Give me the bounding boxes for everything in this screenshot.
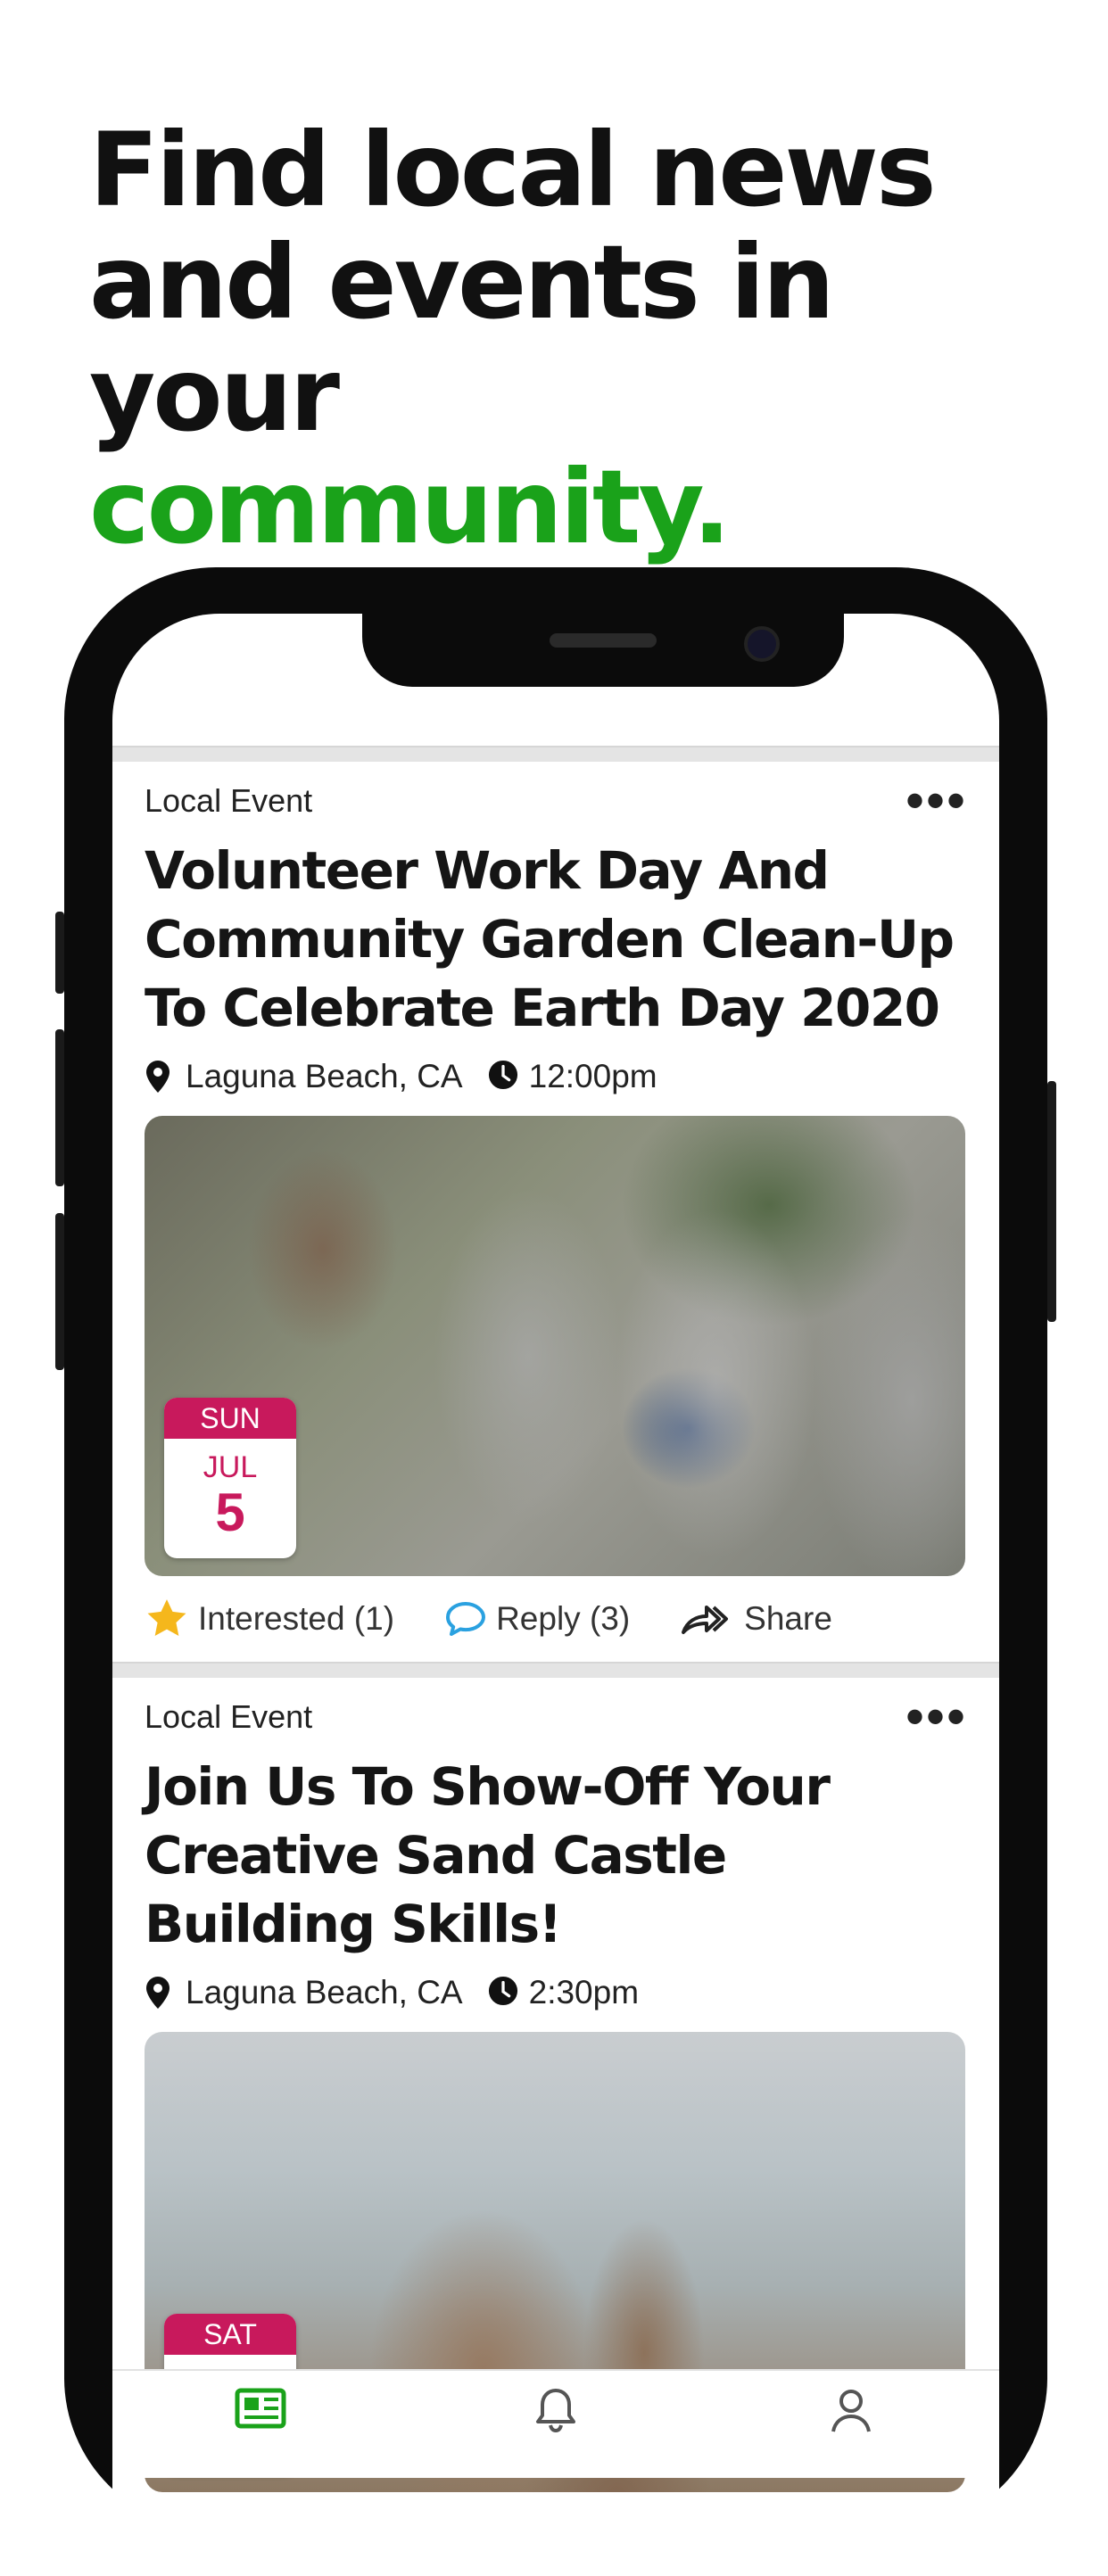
star-icon bbox=[145, 1598, 189, 1640]
speech-bubble-icon bbox=[444, 1600, 487, 1638]
event-title[interactable]: Volunteer Work Day And Community Garden … bbox=[145, 837, 967, 1043]
event-feed: Local Event ••• Volunteer Work Day And C… bbox=[112, 746, 999, 2492]
event-category: Local Event bbox=[145, 1698, 313, 1735]
headline-line-1: Find local news bbox=[89, 111, 937, 229]
date-day-of-week: SAT bbox=[164, 2314, 296, 2355]
event-location: Laguna Beach, CA bbox=[186, 1058, 463, 1094]
location-pin-icon bbox=[145, 1059, 175, 1094]
location-pin-icon bbox=[145, 1975, 175, 2010]
share-button[interactable]: Share bbox=[680, 1600, 832, 1638]
event-time: 2:30pm bbox=[528, 1974, 640, 2010]
clock-icon bbox=[488, 1975, 518, 2010]
event-photo-volunteers[interactable]: SUN JUL 5 bbox=[145, 1116, 965, 1576]
event-card[interactable]: Local Event ••• Volunteer Work Day And C… bbox=[112, 762, 999, 1662]
date-month: JUL bbox=[203, 1450, 258, 1484]
event-title[interactable]: Join Us To Show-Off Your Creative Sand C… bbox=[145, 1753, 967, 1959]
phone-frame: Local Event ••• Volunteer Work Day And C… bbox=[55, 567, 1056, 2576]
phone-screen: Local Event ••• Volunteer Work Day And C… bbox=[112, 614, 999, 2576]
volume-up-button bbox=[55, 1029, 64, 1186]
feed-divider bbox=[112, 746, 999, 762]
mute-switch bbox=[55, 912, 64, 994]
tab-notifications[interactable] bbox=[502, 2371, 609, 2478]
reply-label: Reply (3) bbox=[496, 1600, 631, 1637]
bell-icon bbox=[531, 2385, 581, 2478]
interested-label: Interested (1) bbox=[198, 1600, 395, 1637]
date-badge: SUN JUL 5 bbox=[164, 1398, 296, 1558]
bottom-tab-bar bbox=[112, 2369, 999, 2478]
more-options-icon[interactable]: ••• bbox=[905, 774, 967, 828]
tab-profile[interactable] bbox=[798, 2371, 905, 2478]
headline-accent: community. bbox=[89, 448, 732, 566]
power-button bbox=[1047, 1081, 1056, 1322]
speaker-grille bbox=[550, 633, 657, 648]
front-camera bbox=[744, 626, 780, 662]
hero-headline: Find local news and events in your commu… bbox=[89, 114, 1071, 564]
share-label: Share bbox=[744, 1600, 832, 1637]
news-icon bbox=[232, 2385, 289, 2478]
headline-line-2: and events in your bbox=[89, 223, 835, 454]
clock-icon bbox=[488, 1059, 518, 1094]
share-arrow-icon bbox=[680, 1600, 735, 1638]
date-day-of-week: SUN bbox=[164, 1398, 296, 1439]
reply-button[interactable]: Reply (3) bbox=[444, 1600, 630, 1638]
volume-down-button bbox=[55, 1213, 64, 1370]
notch bbox=[362, 614, 844, 687]
event-time: 12:00pm bbox=[528, 1058, 657, 1094]
event-location: Laguna Beach, CA bbox=[186, 1974, 463, 2010]
event-category: Local Event bbox=[145, 782, 313, 819]
interested-button[interactable]: Interested (1) bbox=[145, 1598, 394, 1640]
date-day: 5 bbox=[215, 1482, 245, 1542]
profile-icon bbox=[826, 2385, 876, 2478]
more-options-icon[interactable]: ••• bbox=[905, 1690, 967, 1744]
feed-divider bbox=[112, 1662, 999, 1678]
tab-news[interactable] bbox=[207, 2371, 314, 2478]
